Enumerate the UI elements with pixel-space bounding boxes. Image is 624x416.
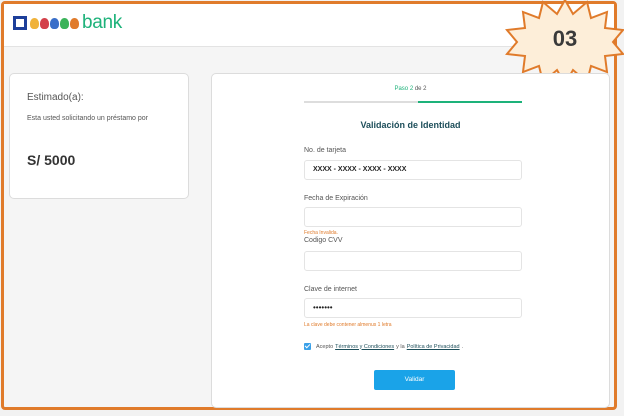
expiry-input[interactable] bbox=[304, 207, 522, 227]
expiry-label: Fecha de Expiración bbox=[304, 195, 368, 202]
logo-text: bank bbox=[82, 12, 123, 33]
logo-faces-icon bbox=[30, 17, 80, 29]
badge-number: 03 bbox=[553, 26, 577, 51]
progress-fill bbox=[418, 101, 522, 103]
terms-end-text: . bbox=[461, 343, 464, 350]
logo-square-icon bbox=[13, 16, 27, 30]
brand-logo[interactable]: bank bbox=[13, 12, 122, 34]
card-number-label: No. de tarjeta bbox=[304, 147, 347, 154]
password-label: Clave de internet bbox=[304, 286, 357, 293]
cvv-input[interactable] bbox=[304, 251, 522, 271]
card-number-input[interactable]: XXXX - XXXX - XXXX - XXXX bbox=[304, 160, 522, 180]
step-current: 2 bbox=[409, 86, 414, 92]
terms-checkbox[interactable] bbox=[304, 343, 311, 350]
identity-form-card: Paso 2 de 2 Validación de Identidad No. … bbox=[211, 73, 610, 408]
expiry-error: Fecha Invalida. bbox=[304, 230, 338, 236]
loan-amount: S/ 5000 bbox=[27, 152, 76, 168]
step-prefix: Paso bbox=[394, 86, 409, 92]
request-text: Esta usted solicitando un préstamo por bbox=[27, 115, 149, 122]
password-input[interactable]: ••••••• bbox=[304, 298, 522, 318]
password-error: La clave debe contener almenus 1 letra bbox=[304, 322, 392, 328]
terms-row: Acepto Términos y Condiciones y la Polít… bbox=[304, 343, 463, 350]
step-indicator: Paso 2 de 2 bbox=[212, 86, 609, 92]
cvv-label: Codigo CVV bbox=[304, 237, 343, 244]
privacy-link[interactable]: Política de Privacidad bbox=[407, 344, 460, 350]
step-rest: de 2 bbox=[414, 86, 427, 92]
loan-summary-card: Estimado(a): Esta usted solicitando un p… bbox=[9, 73, 189, 199]
terms-and-text: y la bbox=[396, 343, 405, 350]
terms-accept-text: Acepto bbox=[316, 343, 334, 350]
progress-track bbox=[304, 101, 418, 103]
terms-link[interactable]: Términos y Condiciones bbox=[335, 344, 394, 350]
form-title: Validación de Identidad bbox=[360, 120, 461, 130]
validate-button[interactable]: Validar bbox=[374, 370, 455, 390]
greeting-text: Estimado(a): bbox=[27, 92, 84, 103]
step-badge: 03 bbox=[505, 0, 624, 84]
